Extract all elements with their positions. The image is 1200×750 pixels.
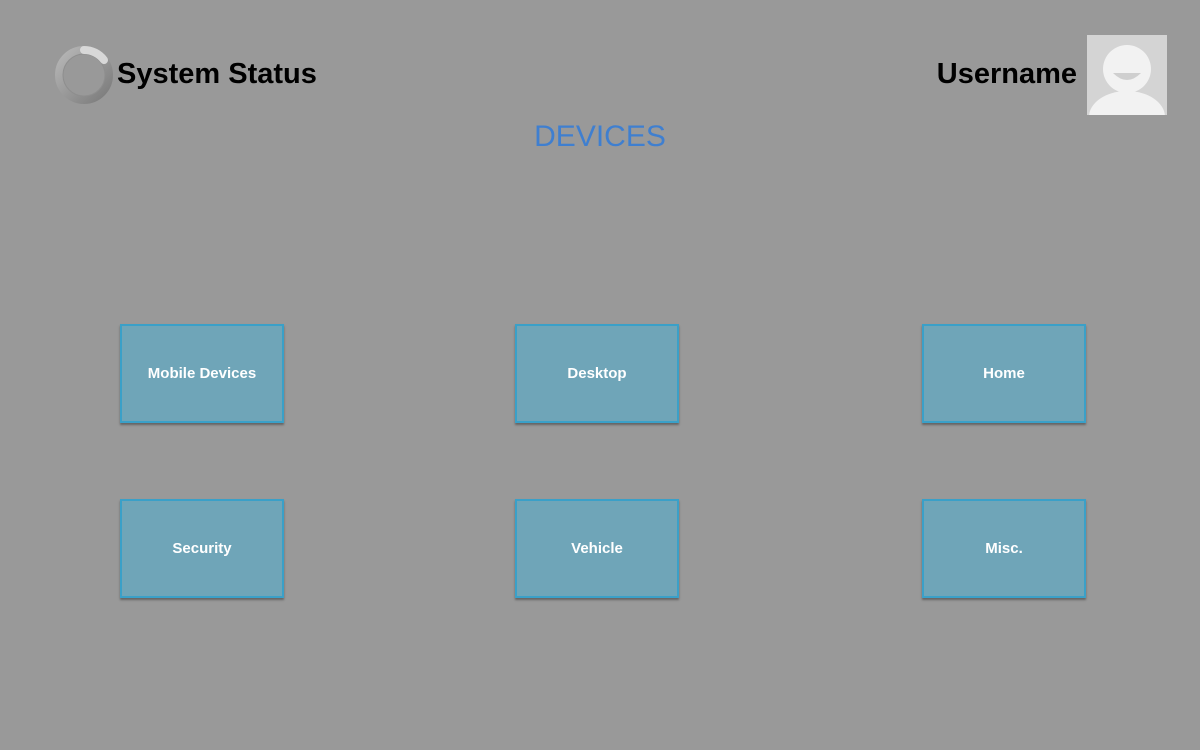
- user-avatar-icon: [1087, 35, 1167, 115]
- app-title: System Status: [117, 58, 317, 90]
- vehicle-button[interactable]: Vehicle: [515, 499, 679, 598]
- misc-button[interactable]: Misc.: [922, 499, 1086, 598]
- loading-ring-icon: [55, 46, 113, 104]
- desktop-button[interactable]: Desktop: [515, 324, 679, 423]
- page-title: DEVICES: [534, 120, 666, 153]
- desktop-label: Desktop: [567, 365, 627, 382]
- security-button[interactable]: Security: [120, 499, 284, 598]
- username-label[interactable]: Username: [937, 57, 1077, 91]
- security-label: Security: [172, 540, 232, 557]
- mobile-devices-label: Mobile Devices: [147, 365, 257, 382]
- vehicle-label: Vehicle: [571, 540, 623, 557]
- home-label: Home: [983, 365, 1025, 382]
- misc-label: Misc.: [985, 540, 1023, 557]
- home-button[interactable]: Home: [922, 324, 1086, 423]
- user-avatar[interactable]: [1087, 35, 1167, 115]
- mobile-devices-button[interactable]: Mobile Devices: [120, 324, 284, 423]
